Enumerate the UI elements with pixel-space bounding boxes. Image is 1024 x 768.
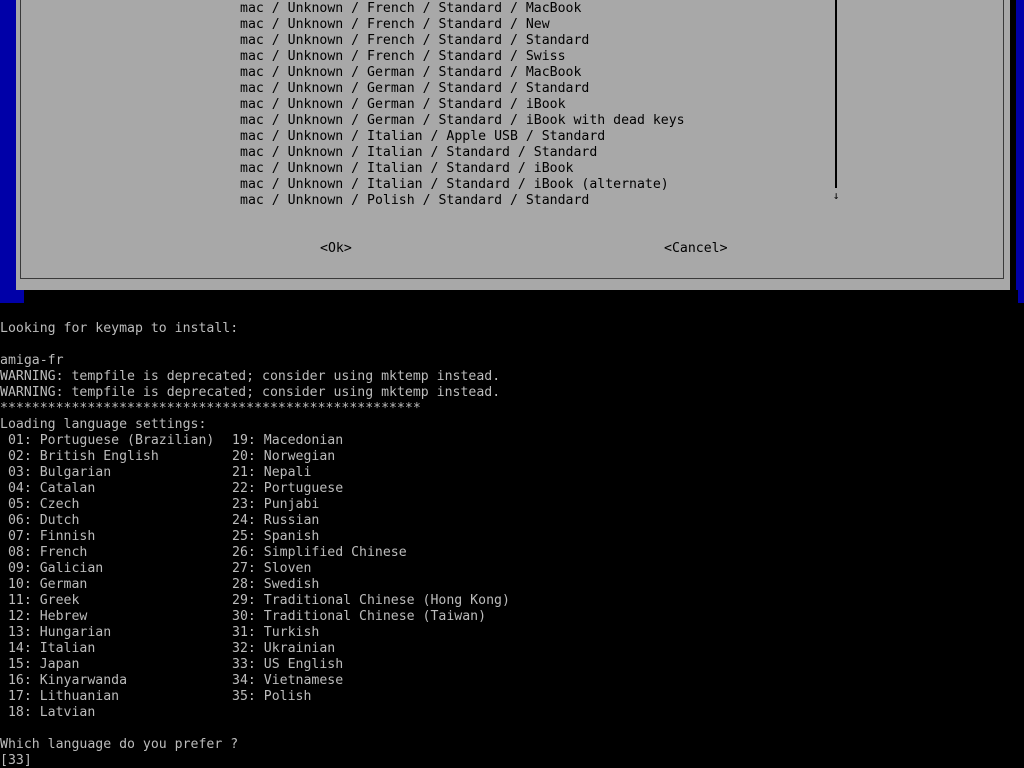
terminal-console: Looking for keymap to install: amiga-fr … — [0, 321, 1024, 768]
language-option: 26: Simplified Chinese — [232, 545, 407, 560]
language-option: 03: Bulgarian — [0, 465, 112, 480]
separator-line: ****************************************… — [0, 401, 421, 416]
scroll-down-arrow-icon[interactable]: ↓ — [832, 188, 840, 204]
keymap-list[interactable]: mac / Unknown / French / Standard / MacB… — [240, 1, 685, 209]
language-option: 05: Czech — [0, 497, 80, 512]
language-option: 10: German — [0, 577, 88, 592]
language-option: 07: Finnish — [0, 529, 96, 544]
language-option: 02: British English — [0, 449, 159, 464]
language-option: 14: Italian — [0, 641, 96, 656]
warning-line: WARNING: tempfile is deprecated; conside… — [0, 385, 501, 400]
keymap-option[interactable]: mac / Unknown / German / Standard / Stan… — [240, 81, 685, 97]
language-option: 21: Nepali — [232, 465, 312, 480]
language-answer-input[interactable] — [0, 753, 1000, 768]
keymap-option[interactable]: mac / Unknown / Polish / Standard / Stan… — [240, 193, 685, 209]
language-option: 25: Spanish — [232, 529, 320, 544]
language-option: 09: Galician — [0, 561, 104, 576]
language-column-right: 19: Macedonian 20: Norwegian 21: Nepali 22:… — [232, 433, 510, 721]
cancel-button[interactable]: <Cancel> — [664, 241, 728, 257]
keymap-option[interactable]: mac / Unknown / French / Standard / Stan… — [240, 33, 685, 49]
language-prompt: Which language do you prefer ? — [0, 737, 239, 752]
keymap-option[interactable]: mac / Unknown / French / Standard / New — [240, 17, 685, 33]
language-option: 15: Japan — [0, 657, 80, 672]
language-option: 22: Portuguese — [232, 481, 344, 496]
language-option: 34: Vietnamese — [232, 673, 344, 688]
language-option: 01: Portuguese (Brazilian) — [0, 433, 215, 448]
scrollbar-thumb[interactable] — [835, 0, 837, 188]
language-option: 31: Turkish — [232, 625, 320, 640]
keymap-option[interactable]: mac / Unknown / Italian / Standard / iBo… — [240, 177, 685, 193]
dialog-shadow — [24, 290, 1018, 303]
language-option: 06: Dutch — [0, 513, 80, 528]
keymap-name-line: amiga-fr — [0, 353, 64, 368]
ok-button[interactable]: <Ok> — [320, 241, 352, 257]
language-option: 28: Swedish — [232, 577, 320, 592]
language-list: 01: Portuguese (Brazilian) 02: British E… — [0, 433, 1024, 721]
language-option: 11: Greek — [0, 593, 80, 608]
keymap-dialog: mac / Unknown / French / Standard / MacB… — [16, 0, 1010, 290]
loading-languages-line: Loading language settings: — [0, 417, 207, 432]
language-option: 20: Norwegian — [232, 449, 336, 464]
keymap-option[interactable]: mac / Unknown / French / Standard / MacB… — [240, 1, 685, 17]
language-option: 19: Macedonian — [232, 433, 344, 448]
keymap-option[interactable]: mac / Unknown / German / Standard / MacB… — [240, 65, 685, 81]
language-option: 13: Hungarian — [0, 625, 112, 640]
language-option: 16: Kinyarwanda — [0, 673, 128, 688]
warning-line: WARNING: tempfile is deprecated; conside… — [0, 369, 501, 384]
language-option: 33: US English — [232, 657, 344, 672]
language-option: 27: Sloven — [232, 561, 312, 576]
language-option: 24: Russian — [232, 513, 320, 528]
list-scrollbar[interactable]: ↓ — [832, 0, 840, 208]
keymap-search-line: Looking for keymap to install: — [0, 321, 239, 336]
language-column-left: 01: Portuguese (Brazilian) 02: British E… — [0, 433, 232, 721]
language-option: 23: Punjabi — [232, 497, 320, 512]
keymap-option[interactable]: mac / Unknown / Italian / Standard / iBo… — [240, 161, 685, 177]
keymap-option[interactable]: mac / Unknown / German / Standard / iBoo… — [240, 113, 685, 129]
keymap-option[interactable]: mac / Unknown / German / Standard / iBoo… — [240, 97, 685, 113]
language-option: 04: Catalan — [0, 481, 96, 496]
language-option: 12: Hebrew — [0, 609, 88, 624]
dialog-shadow-right — [1010, 0, 1016, 303]
language-option: 18: Latvian — [0, 705, 96, 720]
language-option: 08: French — [0, 545, 88, 560]
language-option: 29: Traditional Chinese (Hong Kong) — [232, 593, 510, 608]
keymap-option[interactable]: mac / Unknown / French / Standard / Swis… — [240, 49, 685, 65]
keymap-option[interactable]: mac / Unknown / Italian / Apple USB / St… — [240, 129, 685, 145]
language-option: 17: Lithuanian — [0, 689, 120, 704]
keymap-option[interactable]: mac / Unknown / Italian / Standard / Sta… — [240, 145, 685, 161]
language-option: 32: Ukrainian — [232, 641, 336, 656]
language-option: 35: Polish — [232, 689, 312, 704]
language-option: 30: Traditional Chinese (Taiwan) — [232, 609, 487, 624]
